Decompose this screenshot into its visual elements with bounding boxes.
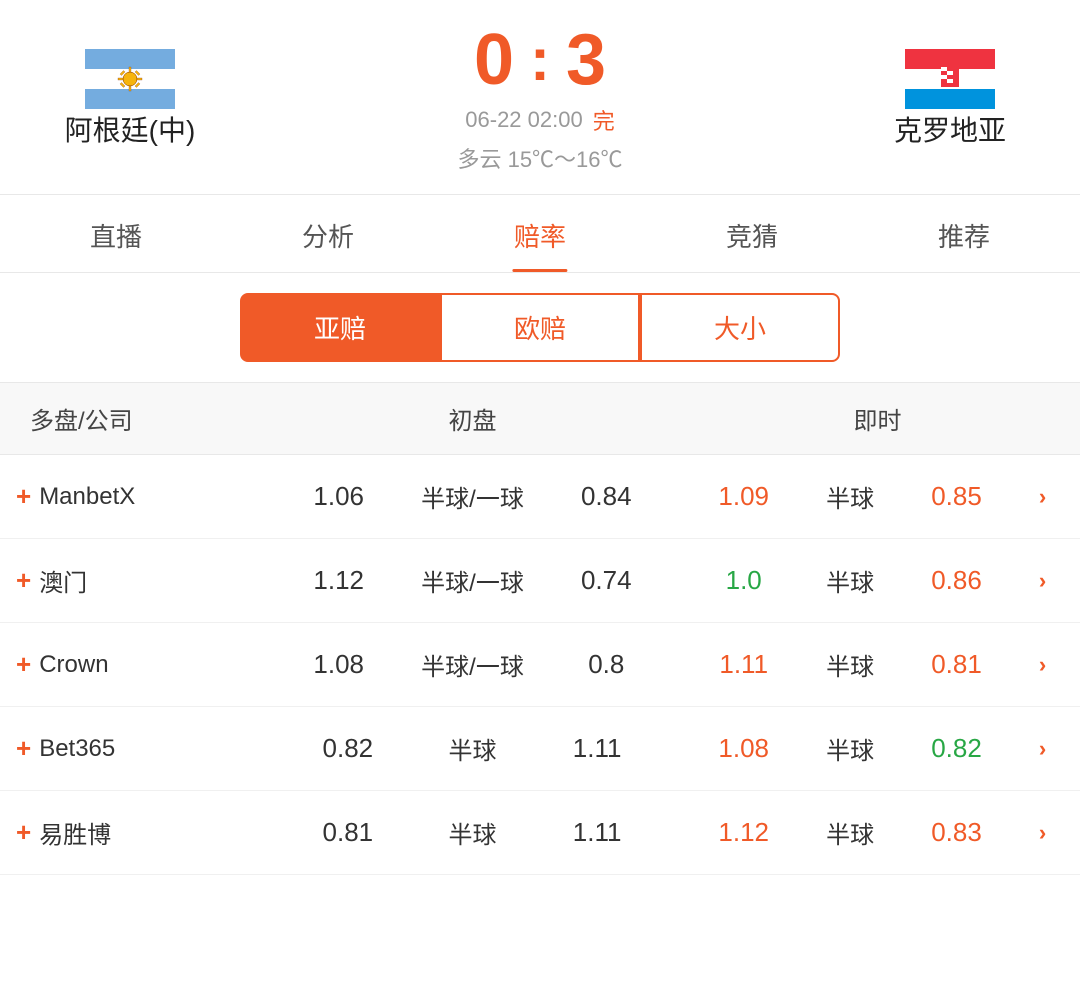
tab-analysis[interactable]: 分析 [282,195,374,272]
tabs-bar: 直播 分析 赔率 竞猜 推荐 [0,195,1080,273]
company-name-macau: 澳门 [39,563,87,598]
init-val1-crown: 1.08 [304,649,374,680]
sub-tab-asian[interactable]: 亚赔 [240,293,440,362]
sub-tab-size[interactable]: 大小 [640,293,840,362]
match-weather: 多云 15℃～16℃ [457,142,622,174]
company-crown: + Crown [0,649,270,680]
match-status: 完 [593,104,615,136]
live-val1-bet365: 1.08 [709,733,779,764]
arrow-bet365[interactable]: › [1039,736,1046,762]
live-val2-manbetx: 0.85 [922,481,992,512]
odds-row-crown[interactable]: + Crown 1.08 半球/一球 0.8 1.11 半球 0.81 › [0,623,1080,707]
company-name-yishengbo: 易胜博 [39,815,111,850]
odds-row-bet365[interactable]: + Bet365 0.82 半球 1.11 1.08 半球 0.82 › [0,707,1080,791]
header-col1: 多盘/公司 [0,401,270,436]
team-away-name: 克罗地亚 [894,109,1006,149]
init-handicap-manbetx: 半球/一球 [421,479,524,514]
score-home: 0 [474,24,514,96]
live-odds-manbetx: 1.09 半球 0.85 › [675,479,1080,514]
expand-icon-yishengbo[interactable]: + [16,817,31,848]
live-val1-manbetx: 1.09 [709,481,779,512]
live-val2-crown: 0.81 [922,649,992,680]
live-val2-yishengbo: 0.83 [922,817,992,848]
init-odds-crown: 1.08 半球/一球 0.8 [270,647,675,682]
team-home-name: 阿根廷(中) [65,109,196,149]
init-val1-macau: 1.12 [304,565,374,596]
arrow-macau[interactable]: › [1039,568,1046,594]
expand-icon-manbetx[interactable]: + [16,481,31,512]
odds-table-body: + ManbetX 1.06 半球/一球 0.84 1.09 半球 0.85 ›… [0,455,1080,875]
tab-recommend[interactable]: 推荐 [918,195,1010,272]
live-handicap-bet365: 半球 [826,731,874,766]
score-away: 3 [566,24,606,96]
live-handicap-macau: 半球 [826,563,874,598]
init-val1-manbetx: 1.06 [304,481,374,512]
score-center: 0 : 3 06-22 02:00 完 多云 15℃～16℃ [240,24,840,174]
init-odds-manbetx: 1.06 半球/一球 0.84 [270,479,675,514]
arrow-yishengbo[interactable]: › [1039,820,1046,846]
header-col2: 初盘 [270,401,675,436]
init-odds-yishengbo: 0.81 半球 1.11 [270,815,675,850]
company-bet365: + Bet365 [0,733,270,764]
team-away: 克罗地亚 [840,49,1060,149]
init-val2-crown: 0.8 [571,649,641,680]
init-handicap-yishengbo: 半球 [448,815,496,850]
init-val1-yishengbo: 0.81 [313,817,383,848]
live-odds-macau: 1.0 半球 0.86 › [675,563,1080,598]
header-col3: 即时 [675,401,1080,436]
live-val2-macau: 0.86 [922,565,992,596]
init-odds-bet365: 0.82 半球 1.11 [270,731,675,766]
live-val2-bet365: 0.82 [922,733,992,764]
init-handicap-macau: 半球/一球 [421,563,524,598]
odds-table-header: 多盘/公司 初盘 即时 [0,382,1080,455]
odds-row-macau[interactable]: + 澳门 1.12 半球/一球 0.74 1.0 半球 0.86 › [0,539,1080,623]
expand-icon-bet365[interactable]: + [16,733,31,764]
init-odds-macau: 1.12 半球/一球 0.74 [270,563,675,598]
init-handicap-crown: 半球/一球 [421,647,524,682]
live-odds-bet365: 1.08 半球 0.82 › [675,731,1080,766]
company-name-bet365: Bet365 [39,735,115,763]
company-manbetx: + ManbetX [0,481,270,512]
expand-icon-crown[interactable]: + [16,649,31,680]
init-val2-macau: 0.74 [571,565,641,596]
tab-odds[interactable]: 赔率 [494,195,586,272]
init-val2-manbetx: 0.84 [571,481,641,512]
match-info: 06-22 02:00 完 [465,104,614,136]
match-date: 06-22 02:00 [465,107,582,133]
init-val2-bet365: 1.11 [562,733,632,764]
sub-tabs: 亚赔 欧赔 大小 [0,273,1080,382]
sub-tab-european[interactable]: 欧赔 [440,293,640,362]
flag-argentina [85,49,175,109]
tab-live[interactable]: 直播 [70,195,162,272]
arrow-crown[interactable]: › [1039,652,1046,678]
live-handicap-manbetx: 半球 [826,479,874,514]
init-handicap-bet365: 半球 [448,731,496,766]
company-macau: + 澳门 [0,563,270,598]
init-val1-bet365: 0.82 [313,733,383,764]
live-odds-yishengbo: 1.12 半球 0.83 › [675,815,1080,850]
company-name-manbetx: ManbetX [39,483,135,511]
live-val1-crown: 1.11 [709,649,779,680]
live-odds-crown: 1.11 半球 0.81 › [675,647,1080,682]
team-home: 阿根廷(中) [20,49,240,149]
init-val2-yishengbo: 1.11 [562,817,632,848]
live-val1-macau: 1.0 [709,565,779,596]
expand-icon-macau[interactable]: + [16,565,31,596]
live-handicap-crown: 半球 [826,647,874,682]
odds-row-yishengbo[interactable]: + 易胜博 0.81 半球 1.11 1.12 半球 0.83 › [0,791,1080,875]
company-name-crown: Crown [39,651,108,679]
odds-row-manbetx[interactable]: + ManbetX 1.06 半球/一球 0.84 1.09 半球 0.85 › [0,455,1080,539]
flag-croatia [905,49,995,109]
arrow-manbetx[interactable]: › [1039,484,1046,510]
match-header: 阿根廷(中) 0 : 3 06-22 02:00 完 多云 15℃～16℃ [0,0,1080,194]
live-handicap-yishengbo: 半球 [826,815,874,850]
live-val1-yishengbo: 1.12 [709,817,779,848]
company-yishengbo: + 易胜博 [0,815,270,850]
score-colon: : [530,30,550,90]
tab-guess[interactable]: 竞猜 [706,195,798,272]
